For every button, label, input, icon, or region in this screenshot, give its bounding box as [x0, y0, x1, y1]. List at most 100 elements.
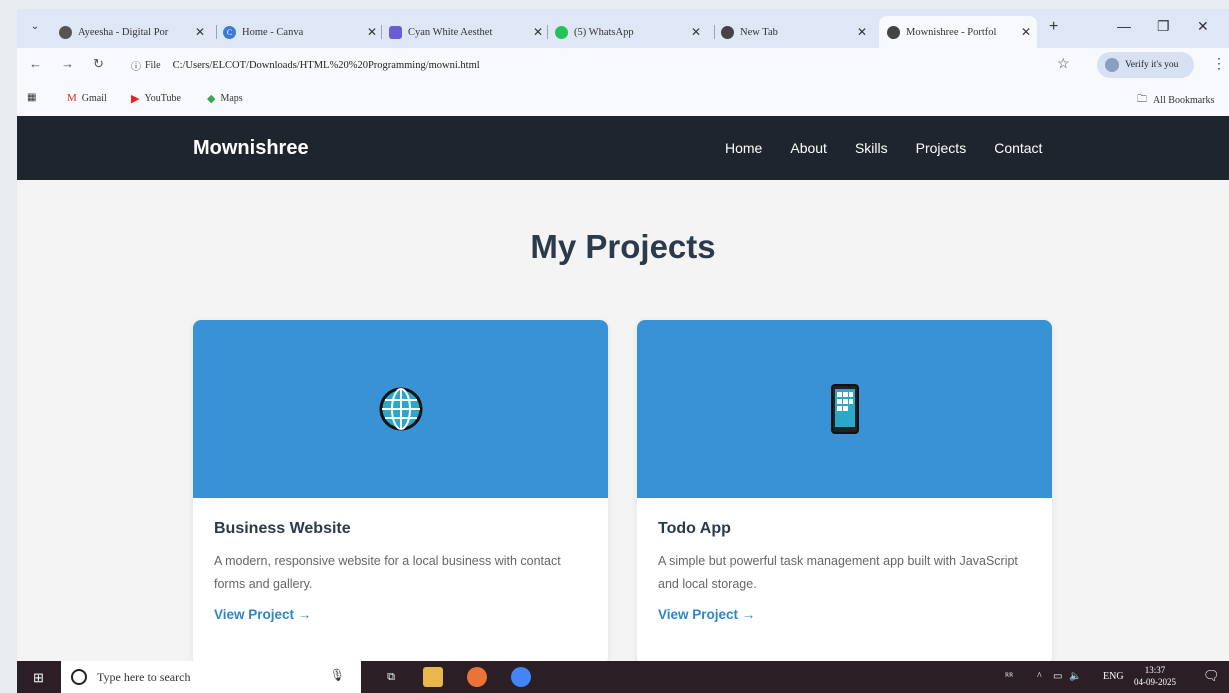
close-tab-icon[interactable]: ✕	[533, 25, 543, 40]
nav-link-projects[interactable]: Projects	[916, 140, 967, 156]
close-tab-icon[interactable]: ✕	[195, 25, 205, 40]
profile-verify-button[interactable]: Verify it's you	[1097, 52, 1194, 78]
bookmark-star-icon[interactable]: ☆	[1057, 55, 1070, 72]
chrome-taskbar-icon[interactable]	[511, 667, 531, 687]
taskbar-search-box[interactable]: Type here to search 🎙	[61, 661, 361, 693]
close-tab-icon[interactable]: ✕	[691, 25, 701, 40]
tab-title: Cyan White Aesthet	[408, 26, 493, 38]
tab-title: Mownishree - Portfol	[906, 26, 997, 38]
site-navbar: Mownishree Home About Skills Projects Co…	[17, 116, 1229, 180]
project-card-image	[193, 320, 608, 498]
volume-icon[interactable]: 🔈	[1069, 671, 1081, 682]
close-tab-icon[interactable]: ✕	[367, 25, 377, 40]
bookmark-label: Gmail	[81, 92, 107, 104]
tab-canva[interactable]: C Home - Canva ✕	[223, 16, 383, 48]
restore-icon[interactable]: ❐	[1157, 18, 1170, 35]
bookmark-gmail[interactable]: M Gmail	[67, 92, 107, 104]
tab-title: Ayeesha - Digital Por	[78, 26, 169, 38]
project-title: Todo App	[658, 520, 731, 537]
section-title: My Projects	[530, 228, 716, 265]
all-bookmarks-button[interactable]: 🗀 All Bookmarks	[1137, 92, 1214, 109]
minimize-icon[interactable]: —	[1117, 18, 1131, 34]
browser-toolbar: ← → ↻ ⓘ File C:/Users/ELCOT/Downloads/HT…	[17, 48, 1229, 82]
clock-time: 13:37	[1144, 665, 1166, 675]
tab-whatsapp[interactable]: (5) WhatsApp ✕	[555, 16, 707, 48]
bookmark-label: Maps	[220, 93, 243, 104]
youtube-icon: ▶	[131, 93, 140, 105]
close-tab-icon[interactable]: ✕	[857, 25, 867, 40]
reload-icon[interactable]: ↻	[93, 56, 104, 72]
language-indicator[interactable]: ENG	[1103, 671, 1124, 682]
task-view-icon[interactable]: ⧉	[381, 667, 401, 687]
file-explorer-icon[interactable]	[423, 667, 443, 687]
tab-cyan-white[interactable]: Cyan White Aesthet ✕	[389, 16, 549, 48]
tab-title: (5) WhatsApp	[574, 26, 634, 38]
project-card-body: Business Website A modern, responsive we…	[193, 498, 608, 646]
chrome-icon	[721, 25, 734, 39]
maps-icon: ◆	[207, 93, 216, 105]
tray-chevron-icon[interactable]: ^	[1037, 671, 1042, 682]
notifications-icon[interactable]: 🗨	[1203, 668, 1220, 684]
search-placeholder: Type here to search	[97, 669, 191, 684]
info-icon[interactable]: ⓘ	[131, 58, 141, 73]
bookmark-youtube[interactable]: ▶ YouTube	[131, 92, 181, 105]
project-card: Business Website A modern, responsive we…	[193, 320, 608, 661]
tab-separator	[381, 25, 382, 39]
people-icon[interactable]: ᴿᴿ	[1005, 671, 1013, 682]
tab-title: New Tab	[740, 26, 778, 38]
all-bookmarks-label: All Bookmarks	[1153, 95, 1215, 106]
browser-tab-strip: ⌄ Ayeesha - Digital Por ✕ C Home - Canva…	[17, 9, 1229, 48]
project-card: Todo App A simple but powerful task mana…	[637, 320, 1052, 661]
windows-start-icon[interactable]: ⊞	[33, 670, 44, 686]
close-window-icon[interactable]: ✕	[1197, 18, 1209, 35]
windows-taskbar: ⊞ Type here to search 🎙 ⧉ ᴿᴿ ^ ▭ 🔈 ENG 1…	[17, 661, 1229, 693]
nav-link-skills[interactable]: Skills	[855, 140, 888, 156]
apps-grid-icon[interactable]: ▦	[27, 92, 36, 103]
bookmark-label: YouTube	[144, 93, 181, 104]
whatsapp-icon	[555, 25, 568, 39]
tab-separator	[714, 25, 715, 39]
tab-separator	[547, 25, 548, 39]
tab-separator	[216, 25, 217, 39]
nav-link-contact[interactable]: Contact	[994, 140, 1042, 156]
view-project-link[interactable]: View Project →	[658, 607, 755, 622]
project-card-image	[637, 320, 1052, 498]
webpage-viewport: Mownishree Home About Skills Projects Co…	[17, 116, 1229, 661]
project-description: A simple but powerful task management ap…	[658, 554, 1018, 591]
nav-link-about[interactable]: About	[790, 140, 827, 156]
profile-label: Verify it's you	[1125, 60, 1179, 70]
tab-title: Home - Canva	[242, 26, 304, 38]
firefox-icon[interactable]	[467, 667, 487, 687]
taskbar-clock[interactable]: 13:37 04-09-2025	[1134, 664, 1176, 688]
site-nav-links: Home About Skills Projects Contact	[725, 140, 1070, 156]
search-icon	[71, 669, 87, 685]
view-project-link[interactable]: View Project →	[214, 607, 311, 622]
address-bar[interactable]: ⓘ File C:/Users/ELCOT/Downloads/HTML%20%…	[125, 52, 1085, 78]
clock-date: 04-09-2025	[1134, 677, 1176, 687]
globe-icon	[59, 25, 72, 39]
new-tab-plus-icon[interactable]: +	[1049, 18, 1058, 36]
gmail-icon: M	[67, 92, 77, 104]
globe-icon	[379, 387, 422, 431]
forward-arrow-icon[interactable]: →	[61, 56, 74, 71]
site-scheme-label: File	[145, 59, 161, 71]
folder-icon: 🗀	[1137, 94, 1147, 105]
canva-design-icon	[389, 25, 402, 39]
tab-search-chevron-icon[interactable]: ⌄	[27, 21, 43, 35]
close-tab-icon[interactable]: ✕	[1021, 25, 1031, 40]
back-arrow-icon[interactable]: ←	[29, 56, 42, 71]
mobile-phone-icon	[830, 384, 859, 434]
avatar	[1105, 58, 1119, 72]
battery-icon[interactable]: ▭	[1053, 671, 1062, 682]
tab-mownishree[interactable]: Mownishree - Portfol ✕	[879, 16, 1037, 48]
microphone-icon[interactable]: 🎙	[330, 668, 345, 683]
tab-new-tab[interactable]: New Tab ✕	[721, 16, 873, 48]
bookmark-maps[interactable]: ◆ Maps	[207, 92, 243, 105]
project-description: A modern, responsive website for a local…	[214, 554, 561, 591]
site-brand[interactable]: Mownishree	[193, 137, 309, 160]
tab-ayeesha[interactable]: Ayeesha - Digital Por ✕	[59, 16, 211, 48]
project-card-body: Todo App A simple but powerful task mana…	[637, 498, 1052, 646]
nav-link-home[interactable]: Home	[725, 140, 762, 156]
url-text[interactable]: C:/Users/ELCOT/Downloads/HTML%20%20Progr…	[173, 60, 480, 71]
more-menu-icon[interactable]: ⋮	[1212, 55, 1226, 72]
